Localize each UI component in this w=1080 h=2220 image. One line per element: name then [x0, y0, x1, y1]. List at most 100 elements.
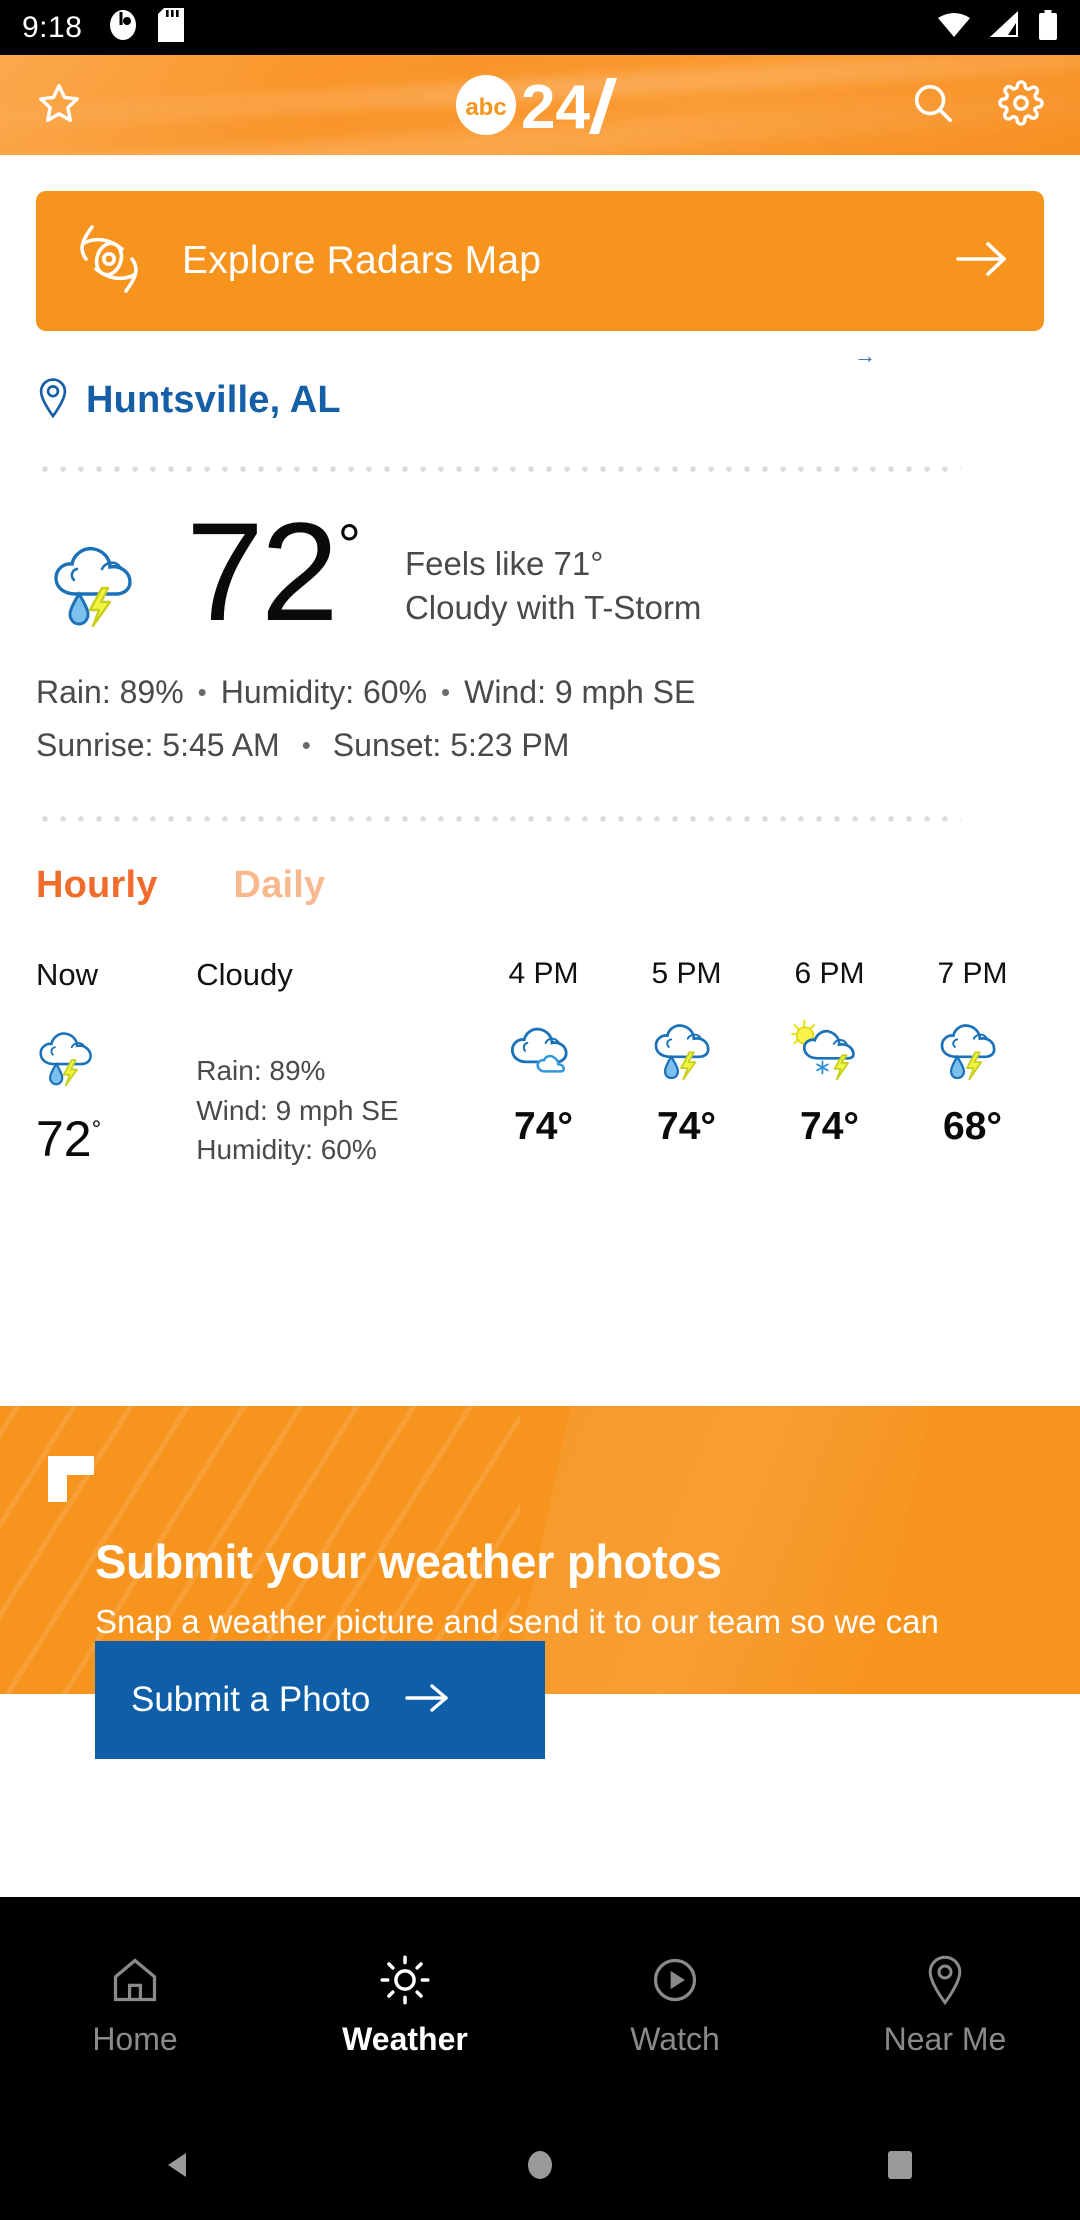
cellular-signal-icon [988, 11, 1022, 44]
forecast-tabs: Hourly Daily [36, 864, 1044, 907]
android-system-nav [0, 2115, 1080, 2220]
hour-time: 7 PM [937, 956, 1008, 990]
recents-square-icon[interactable] [878, 2143, 922, 2192]
hour-temp: 74° [514, 1104, 573, 1148]
sun-cloud-snow-thunder-icon [786, 1019, 874, 1081]
now-rain: Rain: 89% [196, 1054, 326, 1086]
divider-top [36, 466, 961, 472]
nav-label-watch: Watch [630, 2021, 720, 2057]
current-temp-value: 72 [186, 493, 339, 650]
now-label: Now [36, 956, 99, 992]
cloud-rain-thunder-icon [647, 1021, 727, 1081]
promo-title: Submit your weather photos [95, 1535, 722, 1588]
gear-icon[interactable] [998, 79, 1044, 131]
hour-time: 6 PM [794, 956, 865, 990]
nav-item-near-me[interactable]: Near Me [810, 1954, 1080, 2058]
cloud-rain-thunder-icon [933, 1021, 1013, 1081]
star-icon[interactable] [36, 80, 82, 131]
nav-item-watch[interactable]: Watch [540, 1954, 810, 2058]
current-conditions: 72 ° Feels like 71° Cloudy with T-Storm … [36, 493, 1044, 768]
hour-time: 5 PM [651, 956, 722, 990]
hurricane-radar-icon [70, 217, 148, 306]
metric-rain: Rain: 89% [36, 673, 184, 710]
status-bar: 9:18 [0, 0, 1080, 55]
hour-temp: 68° [943, 1104, 1002, 1148]
submit-photo-button[interactable]: Submit a Photo [95, 1641, 545, 1759]
now-wind: Wind: 9 mph SE [196, 1094, 399, 1126]
back-triangle-icon[interactable] [158, 2143, 202, 2192]
location-pin-icon [36, 377, 70, 424]
hourly-now-detail: Cloudy Rain: 89% Wind: 9 mph SE Humidity… [196, 957, 472, 1170]
home-circle-icon[interactable] [518, 2143, 562, 2192]
hour-time: 4 PM [508, 956, 579, 990]
metrics-line-2: Sunrise: 5:45 AM • Sunset: 5:23 PM [36, 724, 1044, 768]
bottom-navigation: Home Weather Watch Near Me [0, 1897, 1080, 2115]
svg-text:24: 24 [521, 74, 590, 136]
current-description: Feels like 71° Cloudy with T-Storm [405, 542, 701, 630]
metrics-line-1: Rain: 89% • Humidity: 60% • Wind: 9 mph … [36, 671, 1044, 715]
main-content: Explore Radars Map Huntsville, AL → 72 °… [0, 191, 1080, 1170]
current-temperature: 72 ° [186, 493, 361, 650]
now-temp-degree: ° [91, 1115, 102, 1143]
metric-separator: • [197, 676, 207, 707]
hourly-columns: 4 PM 74° 5 PM 74° 6 PM 74° 7 PM 68° [472, 957, 1044, 1170]
nav-label-home: Home [92, 2021, 178, 2057]
now-humidity: Humidity: 60% [196, 1134, 377, 1166]
home-icon [109, 1954, 161, 2011]
radar-banner-label: Explore Radars Map [182, 239, 542, 282]
metric-separator: • [301, 730, 311, 761]
wifi-icon [936, 11, 972, 44]
explore-radars-map-banner[interactable]: Explore Radars Map [36, 191, 1044, 331]
metric-separator: • [441, 676, 451, 707]
nav-item-weather[interactable]: Weather [270, 1954, 540, 2058]
submit-photo-label: Submit a Photo [131, 1680, 371, 1719]
metric-sunset: Sunset: 5:23 PM [332, 727, 570, 764]
nav-label-near-me: Near Me [883, 2021, 1007, 2057]
hour-temp: 74° [800, 1104, 859, 1148]
current-temp-degree: ° [337, 513, 361, 578]
sun-icon [379, 1954, 431, 2011]
tab-hourly[interactable]: Hourly [36, 864, 158, 907]
status-bar-time: 9:18 [22, 10, 83, 44]
sd-card-icon [158, 8, 185, 47]
status-bar-left-icons [108, 8, 185, 47]
location-mini-arrow-icon: → [854, 343, 876, 368]
app-header: abc 24 [0, 55, 1080, 155]
location-selector[interactable]: Huntsville, AL → [36, 343, 1044, 428]
hour-temp: 74° [657, 1104, 716, 1148]
condition-text: Cloudy with T-Storm [404, 588, 702, 626]
hour-column[interactable]: 7 PM 68° [901, 957, 1044, 1170]
hour-column[interactable]: 5 PM 74° [615, 957, 758, 1170]
tab-daily[interactable]: Daily [234, 864, 326, 907]
metric-wind: Wind: 9 mph SE [464, 673, 696, 710]
hourly-now-block: Now 72 ° [36, 957, 192, 1170]
now-temp-value: 72 [36, 1110, 92, 1167]
feels-like-text: Feels like 71° [404, 545, 604, 582]
hourly-forecast: Now 72 ° Cloudy Rain: 89% Wind: 9 mph SE [36, 957, 1044, 1170]
search-icon[interactable] [910, 80, 956, 131]
now-temperature: 72 ° [36, 1114, 192, 1164]
play-circle-icon [649, 1954, 701, 2011]
cloud-rain-thunder-icon [32, 1025, 192, 1092]
nav-item-home[interactable]: Home [0, 1954, 270, 2058]
status-bar-right-icons [936, 10, 1058, 45]
arrow-right-icon [404, 1680, 452, 1721]
hour-column[interactable]: 4 PM 74° [472, 957, 615, 1170]
hour-column[interactable]: 6 PM 74° [758, 957, 901, 1170]
location-pin-icon [919, 1954, 971, 2011]
now-condition: Cloudy [196, 956, 293, 992]
cloudy-icon [506, 1021, 582, 1079]
metric-humidity: Humidity: 60% [220, 673, 428, 710]
nav-label-weather: Weather [342, 2021, 468, 2057]
metric-sunrise: Sunrise: 5:45 AM [36, 727, 280, 764]
abc24-logo: abc 24 [455, 74, 625, 136]
svg-text:abc: abc [465, 94, 506, 121]
battery-icon [1038, 10, 1058, 45]
cloud-rain-thunder-icon [46, 536, 150, 633]
current-metrics: Rain: 89% • Humidity: 60% • Wind: 9 mph … [36, 671, 1044, 768]
promo-corner-bracket-icon [48, 1456, 94, 1502]
location-name: Huntsville, AL [86, 379, 341, 421]
arrow-right-icon [954, 237, 1010, 286]
screen-record-icon [108, 8, 138, 47]
divider-bottom [36, 815, 961, 822]
